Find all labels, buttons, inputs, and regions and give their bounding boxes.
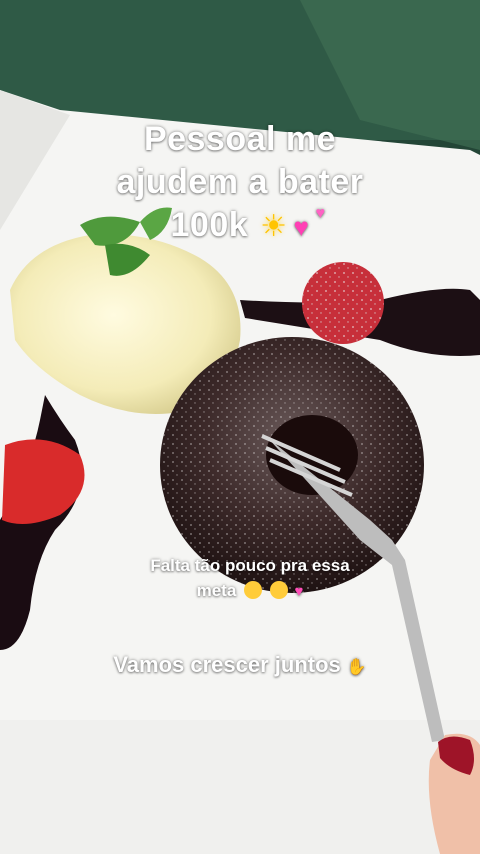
sun-icon: ☀ bbox=[260, 210, 288, 243]
caption-middle-line: meta bbox=[196, 581, 237, 600]
raising-hands-icon: ✋ bbox=[346, 659, 367, 676]
relieved-face-icon bbox=[269, 581, 288, 599]
caption-middle-line: Falta tão pouco pra essa bbox=[150, 556, 350, 575]
caption-bottom: Vamos crescer juntos ✋ bbox=[60, 650, 420, 683]
two-hearts-icon: ♥ bbox=[294, 583, 304, 600]
caption-title-line: ajudem a bater bbox=[116, 163, 364, 201]
caption-title-line: Pessoal me bbox=[143, 120, 337, 158]
caption-title: Pessoal me ajudem a bater 100k ☀ ♥ ♥ bbox=[40, 118, 440, 249]
two-hearts-icon: ♥ ♥ bbox=[293, 205, 326, 242]
caption-middle: Falta tão pouco pra essa meta ♥ bbox=[110, 553, 390, 604]
caption-bottom-text: Vamos crescer juntos bbox=[113, 652, 341, 677]
pleading-face-icon bbox=[244, 581, 263, 599]
caption-title-line: 100k bbox=[170, 206, 249, 244]
